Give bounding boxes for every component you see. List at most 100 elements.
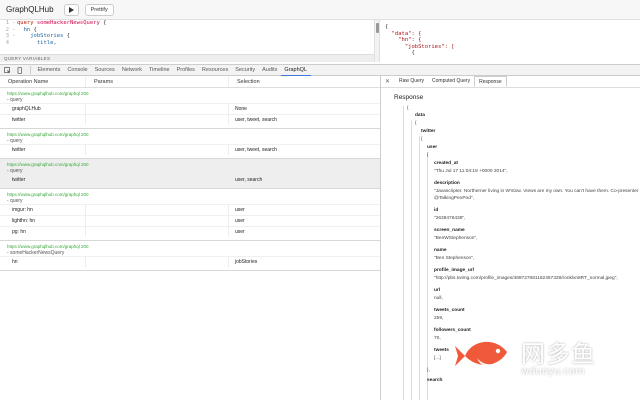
cell-selection: user [228, 205, 380, 215]
tree-key-profile-image-url[interactable]: profile_image_url [434, 268, 474, 273]
editor-line[interactable]: 4 title, [0, 40, 380, 47]
request-group[interactable]: https://www.graphqlhub.com/graphql 200- … [0, 189, 380, 241]
cell-selection: user [228, 227, 380, 237]
prettify-button[interactable]: Prettify [84, 3, 114, 16]
tree-key-url[interactable]: url [434, 288, 440, 293]
code-token: { [63, 33, 70, 39]
cell-params [85, 205, 228, 215]
top-toolbar: GraphQLHub Prettify [0, 0, 640, 20]
tree-brace: { [427, 153, 429, 158]
tree-key-tweets[interactable]: tweets [434, 348, 449, 353]
tree-brace: { [415, 121, 417, 126]
result-viewer: { "data": { "hn": { "jobStories": [ { [381, 20, 640, 62]
cell-operation: twitter [12, 147, 26, 153]
query-variables-bar[interactable]: QUERY VARIABLES [0, 54, 380, 62]
tree-value-profile-image-url: "http://pbs.twimg.com/profile_images/489… [434, 276, 618, 281]
tree-key-description[interactable]: description [434, 181, 460, 186]
request-group[interactable]: https://www.graphqlhub.com/graphql 200- … [0, 241, 380, 271]
response-tab-raw-query[interactable]: Raw Query [395, 76, 428, 87]
response-tab-computed-query[interactable]: Computed Query [428, 76, 474, 87]
cell-operation: graphQLHub [12, 106, 41, 112]
cell-params [85, 145, 228, 155]
request-group[interactable]: https://www.graphqlhub.com/graphql 200- … [0, 88, 380, 129]
devtools-tab-console[interactable]: Console [64, 64, 91, 76]
tree-value-name: "Ben Stephenson", [434, 256, 475, 261]
cell-params [85, 257, 228, 267]
table-header: Operation Name Params Selection [0, 76, 380, 88]
table-row[interactable]: lighthn: hn user [0, 215, 380, 226]
cell-operation: lighthn: hn [12, 218, 36, 224]
tree-value-created-at: "Thu Jul 17 11:04:18 +0000 2014", [434, 169, 508, 174]
query-editor[interactable]: 1- query someHackerNewsQuery {2- hn {3- j… [0, 20, 380, 54]
column-operation-name[interactable]: Operation Name [0, 76, 85, 87]
column-selection[interactable]: Selection [228, 76, 380, 87]
cell-params [85, 216, 228, 226]
run-query-button[interactable] [63, 3, 79, 16]
devtools-tab-strip: Elements Console Sources Network Timeline Pro… [0, 64, 640, 76]
cell-operation: twitter [12, 177, 26, 183]
devtools-tab-elements[interactable]: Elements [34, 64, 64, 76]
tree-key-name[interactable]: name [434, 248, 447, 253]
cell-selection: None [228, 104, 380, 114]
tree-key-twitter[interactable]: twitter [421, 129, 435, 134]
table-row[interactable]: twitter user, tweet, search [0, 114, 380, 125]
tree-key-search[interactable]: search [427, 378, 442, 383]
tree-key-created-at[interactable]: created_at [434, 161, 458, 166]
tree-brace: { [421, 137, 423, 142]
divider [30, 66, 31, 74]
table-row[interactable]: twitter user, search [0, 174, 380, 185]
scrollbar-thumb[interactable] [376, 23, 379, 33]
response-title: Response [394, 94, 424, 101]
tree-value-id: "2638476438", [434, 216, 466, 221]
cell-operation: twitter [12, 117, 26, 123]
devtools-tab-network[interactable]: Network [118, 64, 145, 76]
app-title: GraphQLHub [6, 5, 54, 14]
devtools-tab-resources[interactable]: Resources [198, 64, 231, 76]
cell-selection: user, tweet, search [228, 145, 380, 155]
cell-selection: user, tweet, search [228, 115, 380, 125]
cell-selection: user [228, 216, 380, 226]
tree-key-user[interactable]: user [427, 145, 437, 150]
table-row[interactable]: twitter user, tweet, search [0, 144, 380, 155]
request-group[interactable]: https://www.graphqlhub.com/graphql 200- … [0, 129, 380, 159]
devtools-tab-profiles[interactable]: Profiles [173, 64, 198, 76]
fish-logo-icon [455, 341, 507, 367]
tree-value-description: "Javascripter. Northerner living in W'st… [434, 189, 639, 194]
cell-params [85, 104, 228, 114]
editor-scrollbar[interactable] [374, 20, 380, 62]
tree-value-tweets[interactable]: [...] [434, 356, 441, 361]
table-row[interactable]: graphQLHub None [0, 103, 380, 114]
tree-value-followers-count: 70, [434, 336, 441, 341]
column-params[interactable]: Params [85, 76, 228, 87]
tree-key-screen-name[interactable]: screen_name [434, 228, 465, 233]
devtools-tab-audits[interactable]: Audits [259, 64, 281, 76]
code-token: title, [36, 39, 57, 46]
tree-key-tweets-count[interactable]: tweets_count [434, 308, 465, 313]
close-icon[interactable]: ✕ [385, 78, 395, 85]
devtools-tab-security[interactable]: Security [232, 64, 259, 76]
cell-params [85, 227, 228, 237]
tree-value-tweets-count: 259, [434, 316, 444, 321]
tree-key-id[interactable]: id [434, 208, 438, 213]
tree-close-brace: }, [427, 368, 430, 373]
code-token: someHackerNewsQuery [36, 20, 100, 26]
devtools-tab-sources[interactable]: Sources [91, 64, 118, 76]
table-row[interactable]: hn jobStories [0, 256, 380, 267]
devtools-tab-timeline[interactable]: Timeline [145, 64, 173, 76]
play-icon [69, 6, 75, 13]
inspect-element-icon[interactable] [3, 66, 12, 75]
cell-params [85, 175, 228, 185]
code-token: { [99, 20, 107, 26]
device-mode-icon[interactable] [15, 66, 24, 75]
site-watermark: 网多鱼 wduoyu.com [455, 330, 630, 385]
response-tab-strip: ✕ Raw Query Computed Query Response [381, 76, 640, 88]
tree-key-data[interactable]: data [415, 113, 425, 118]
graphql-requests-panel: Operation Name Params Selection https://… [0, 76, 381, 400]
table-row[interactable]: pg: hn user [0, 226, 380, 237]
request-group[interactable]: https://www.graphqlhub.com/graphql 200- … [0, 159, 380, 189]
devtools-tab-graphql[interactable]: GraphQL [280, 64, 311, 76]
table-row[interactable]: imgur: hn user [0, 204, 380, 215]
cell-operation: hn [12, 259, 18, 265]
response-tab-response[interactable]: Response [474, 76, 507, 87]
